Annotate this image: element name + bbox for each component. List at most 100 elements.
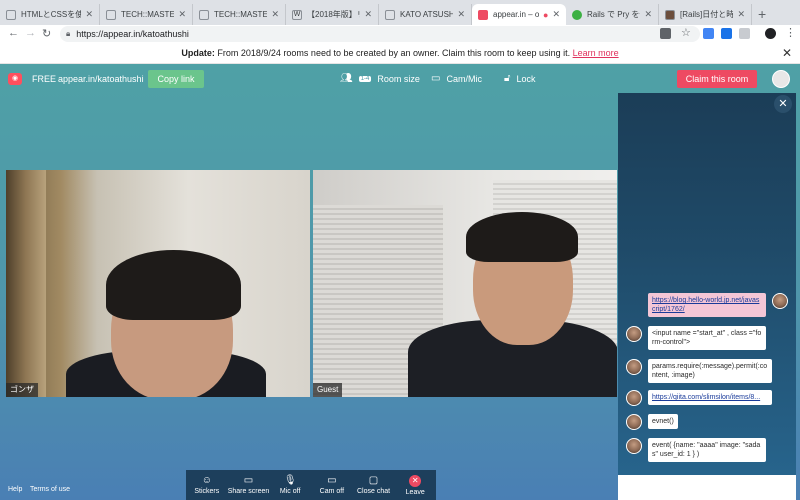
video-tile-guest[interactable]: Guest [313, 170, 617, 397]
avatar [626, 359, 642, 375]
room-area: ◉ FREE appear.in/katoathushi Copy link 👥… [0, 64, 800, 500]
tab-title: 【2018年版】リセッ [307, 10, 360, 19]
tab-title: [Rails]日付と時間の [680, 10, 734, 19]
address-bar[interactable]: 🔒︎ https://appear.in/katoathushi [60, 26, 700, 42]
chat-message-text: <input name ="start_at" , class ="form-c… [648, 326, 766, 350]
extension-icon[interactable] [721, 28, 732, 39]
camera-icon: ▭ [431, 73, 441, 84]
translate-icon[interactable] [703, 28, 714, 39]
tab-close-icon[interactable]: ✕ [737, 9, 745, 20]
chat-message: params.require(:message).permit(:content… [626, 359, 772, 383]
reload-icon[interactable]: ↻ [42, 27, 51, 40]
leave-button[interactable]: ✕ Leave [394, 470, 436, 500]
close-chat-button[interactable]: ▢ Close chat [353, 470, 395, 500]
tab-rails-date[interactable]: [Rails]日付と時間の ✕ [659, 4, 752, 25]
chat-panel: ✕ https://blog.hello-world.jp.net/javasc… [618, 93, 796, 475]
cam-mic-label: Cam/Mic [446, 73, 482, 84]
browser-toolbar: ← → ↻ 🔒︎ https://appear.in/katoathushi ☆… [0, 25, 800, 43]
appear-in-logo[interactable]: ◉ [8, 73, 22, 85]
camera-icon[interactable] [660, 28, 671, 39]
menu-icon[interactable]: ⋮ [785, 26, 796, 39]
chat-message: event( {name: "aaaa" image: "sadas" user… [626, 438, 766, 462]
extension-icon[interactable] [739, 28, 750, 39]
terms-link[interactable]: Terms of use [30, 486, 70, 493]
tab-title: HTMLとCSSを使っ [21, 10, 82, 19]
star-icon[interactable]: ☆ [681, 28, 692, 39]
claim-room-button[interactable]: Claim this room [677, 70, 757, 88]
user-avatar[interactable] [772, 70, 790, 88]
tab-close-icon[interactable]: ✕ [644, 9, 652, 20]
tab-techmaster-1[interactable]: TECH::MASTER ✕ [100, 4, 193, 25]
share-screen-label: Share screen [227, 487, 270, 495]
page-icon [106, 9, 116, 20]
page-icon [385, 9, 395, 20]
tab-close-icon[interactable]: ✕ [178, 9, 186, 20]
page-icon [665, 9, 675, 20]
new-tab-button[interactable]: + [758, 6, 766, 22]
mic-off-label: Mic off [279, 487, 301, 495]
chat-message: evnet() [626, 414, 678, 430]
video-tile-gonza[interactable]: ゴンザ [6, 170, 310, 397]
room-size-badge: 1-4 [358, 75, 372, 82]
share-screen-button[interactable]: ▭ Share screen [228, 470, 270, 500]
tab-title: appear.in – on [493, 10, 540, 19]
url-text: https://appear.in/katoathushi [76, 29, 189, 39]
learn-more-link[interactable]: Learn more [573, 48, 619, 58]
lock-button[interactable]: 🔓︎ Lock [504, 73, 536, 84]
recording-dot-icon: ● [543, 9, 549, 20]
wordpress-icon: W [292, 9, 302, 20]
chat-message-text: evnet() [648, 414, 678, 429]
cam-off-button[interactable]: ▭ Cam off [311, 470, 353, 500]
close-chat-icon[interactable]: ✕ [774, 95, 792, 113]
avatar [626, 326, 642, 342]
leave-label: Leave [405, 488, 425, 496]
back-arrow-icon[interactable]: ← [8, 27, 19, 39]
chat-message-text: params.require(:message).permit(:content… [648, 359, 772, 383]
tab-close-icon[interactable]: ✕ [364, 9, 372, 20]
browser-tab-strip: HTMLとCSSを使っ ✕ TECH::MASTER ✕ TECH::MASTE… [0, 0, 800, 25]
profile-avatar[interactable] [765, 28, 776, 39]
chat-message: https://qiita.com/slimsilon/items/8... [626, 390, 772, 406]
cam-mic-button[interactable]: ▭ Cam/Mic [431, 73, 482, 84]
chat-message: <input name ="start_at" , class ="form-c… [626, 326, 766, 350]
lock-icon: 🔓︎ [504, 73, 511, 84]
help-link[interactable]: Help [8, 486, 22, 493]
tab-2018-reset[interactable]: W 【2018年版】リセッ ✕ [286, 4, 379, 25]
room-size-button[interactable]: 👥︎ 1-4 Room size [340, 73, 420, 84]
camera-icon: ▭ [327, 474, 337, 486]
banner-text: From 2018/9/24 rooms need to be created … [217, 48, 571, 58]
tab-appear-in[interactable]: appear.in – on ● ✕ [472, 4, 566, 25]
tab-html-css[interactable]: HTMLとCSSを使っ ✕ [0, 4, 100, 25]
chat-bubble-icon: ▢ [368, 474, 379, 486]
tab-kato-atsushi[interactable]: KATO ATSUSHI ✕ [379, 4, 472, 25]
tab-title: KATO ATSUSHI [400, 10, 454, 19]
tab-techmaster-2[interactable]: TECH::MASTER ✕ [193, 4, 286, 25]
avatar [626, 438, 642, 454]
forward-arrow-icon[interactable]: → [25, 27, 36, 39]
chat-message-text[interactable]: https://blog.hello-world.jp.net/javascri… [648, 293, 766, 317]
tab-close-icon[interactable]: ✕ [271, 9, 279, 20]
update-banner: Update: From 2018/9/24 rooms need to be … [0, 43, 800, 64]
tab-close-icon[interactable]: ✕ [457, 9, 465, 20]
chat-input[interactable] [618, 475, 796, 500]
copy-link-button[interactable]: Copy link [148, 70, 204, 88]
person-hair [466, 212, 578, 262]
tab-title: TECH::MASTER [214, 10, 268, 19]
stickers-button[interactable]: ☺ Stickers [186, 470, 228, 500]
close-chat-label: Close chat [356, 487, 391, 495]
page-icon [199, 9, 209, 20]
tab-close-icon[interactable]: ✕ [552, 9, 560, 20]
banner-close-icon[interactable]: ✕ [782, 43, 792, 64]
chat-message-text: event( {name: "aaaa" image: "sadas" user… [648, 438, 766, 462]
mic-off-button[interactable]: 🎙︎ Mic off [269, 470, 311, 500]
curtain [6, 170, 46, 397]
participant-name-label: ゴンザ [6, 383, 38, 397]
tab-rails-pry[interactable]: Rails で Pry を使う ✕ [566, 4, 659, 25]
chat-message-text[interactable]: https://qiita.com/slimsilon/items/8... [648, 390, 772, 405]
avatar [626, 414, 642, 430]
microphone-icon: 🎙︎ [283, 474, 297, 486]
leave-icon: ✕ [409, 474, 422, 487]
tab-close-icon[interactable]: ✕ [85, 9, 93, 20]
appear-in-icon [478, 9, 488, 20]
lock-icon: 🔒︎ [66, 29, 71, 38]
